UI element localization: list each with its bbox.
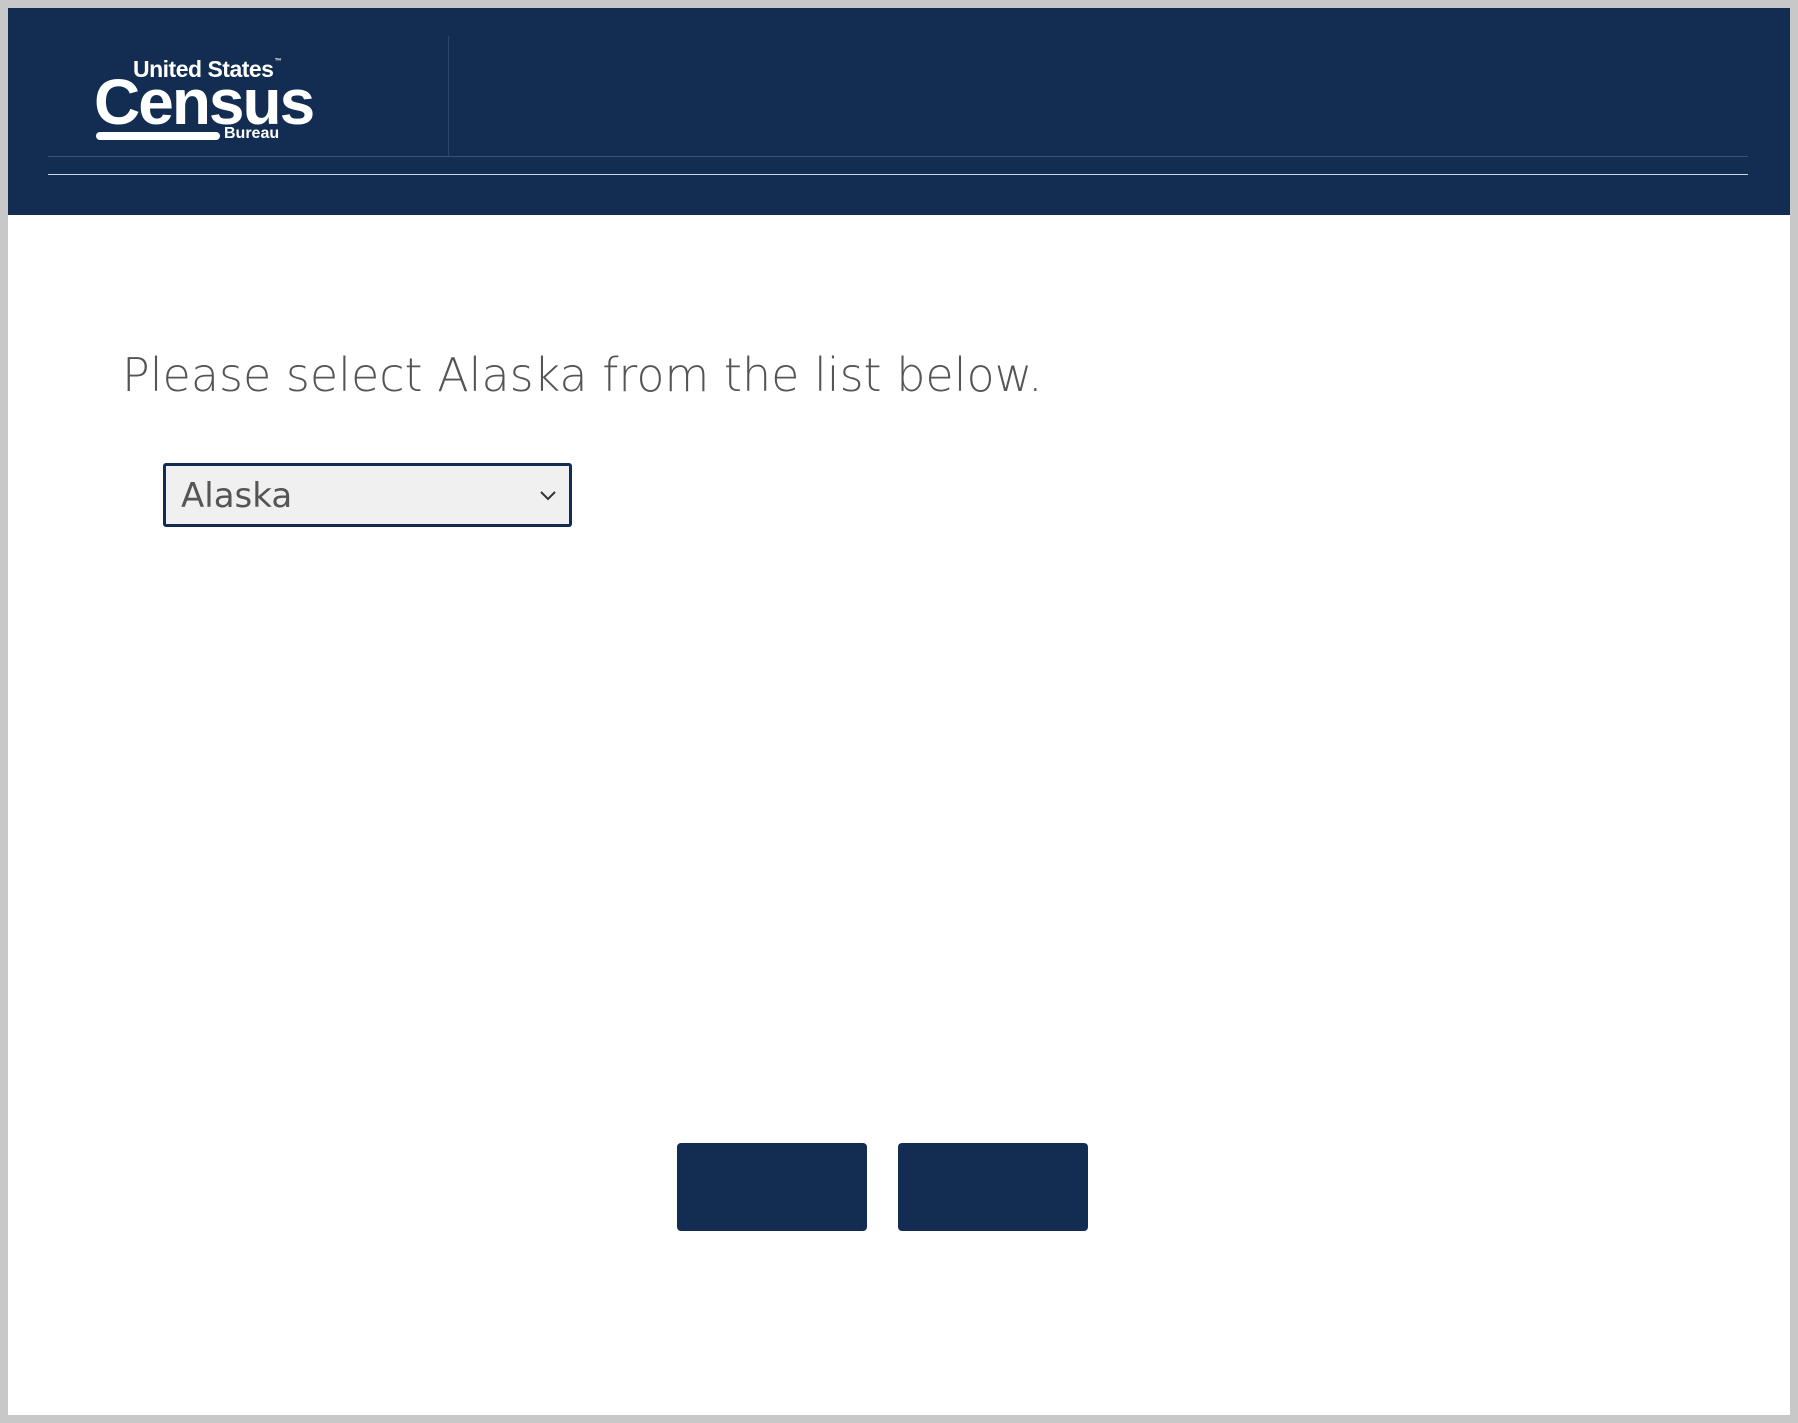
header-divider-faint — [48, 156, 1748, 157]
logo-underline-bar — [96, 132, 220, 140]
survey-page: United States™ Census Bureau Please sele… — [8, 8, 1790, 1415]
header-separator — [448, 36, 449, 156]
back-button[interactable] — [677, 1143, 867, 1231]
question-prompt: Please select Alaska from the list below… — [122, 348, 1043, 402]
site-header: United States™ Census Bureau — [8, 8, 1790, 215]
next-button[interactable] — [898, 1143, 1088, 1231]
header-divider — [48, 174, 1748, 175]
census-bureau-logo: United States™ Census Bureau — [94, 50, 315, 150]
state-dropdown-value: Alaska — [181, 476, 293, 516]
logo-main-text: Census — [94, 66, 315, 138]
logo-trademark: ™ — [274, 58, 281, 65]
state-dropdown[interactable]: Alaska — [163, 463, 572, 527]
logo-sub-text: Bureau — [224, 125, 280, 142]
chevron-down-icon — [540, 491, 556, 501]
